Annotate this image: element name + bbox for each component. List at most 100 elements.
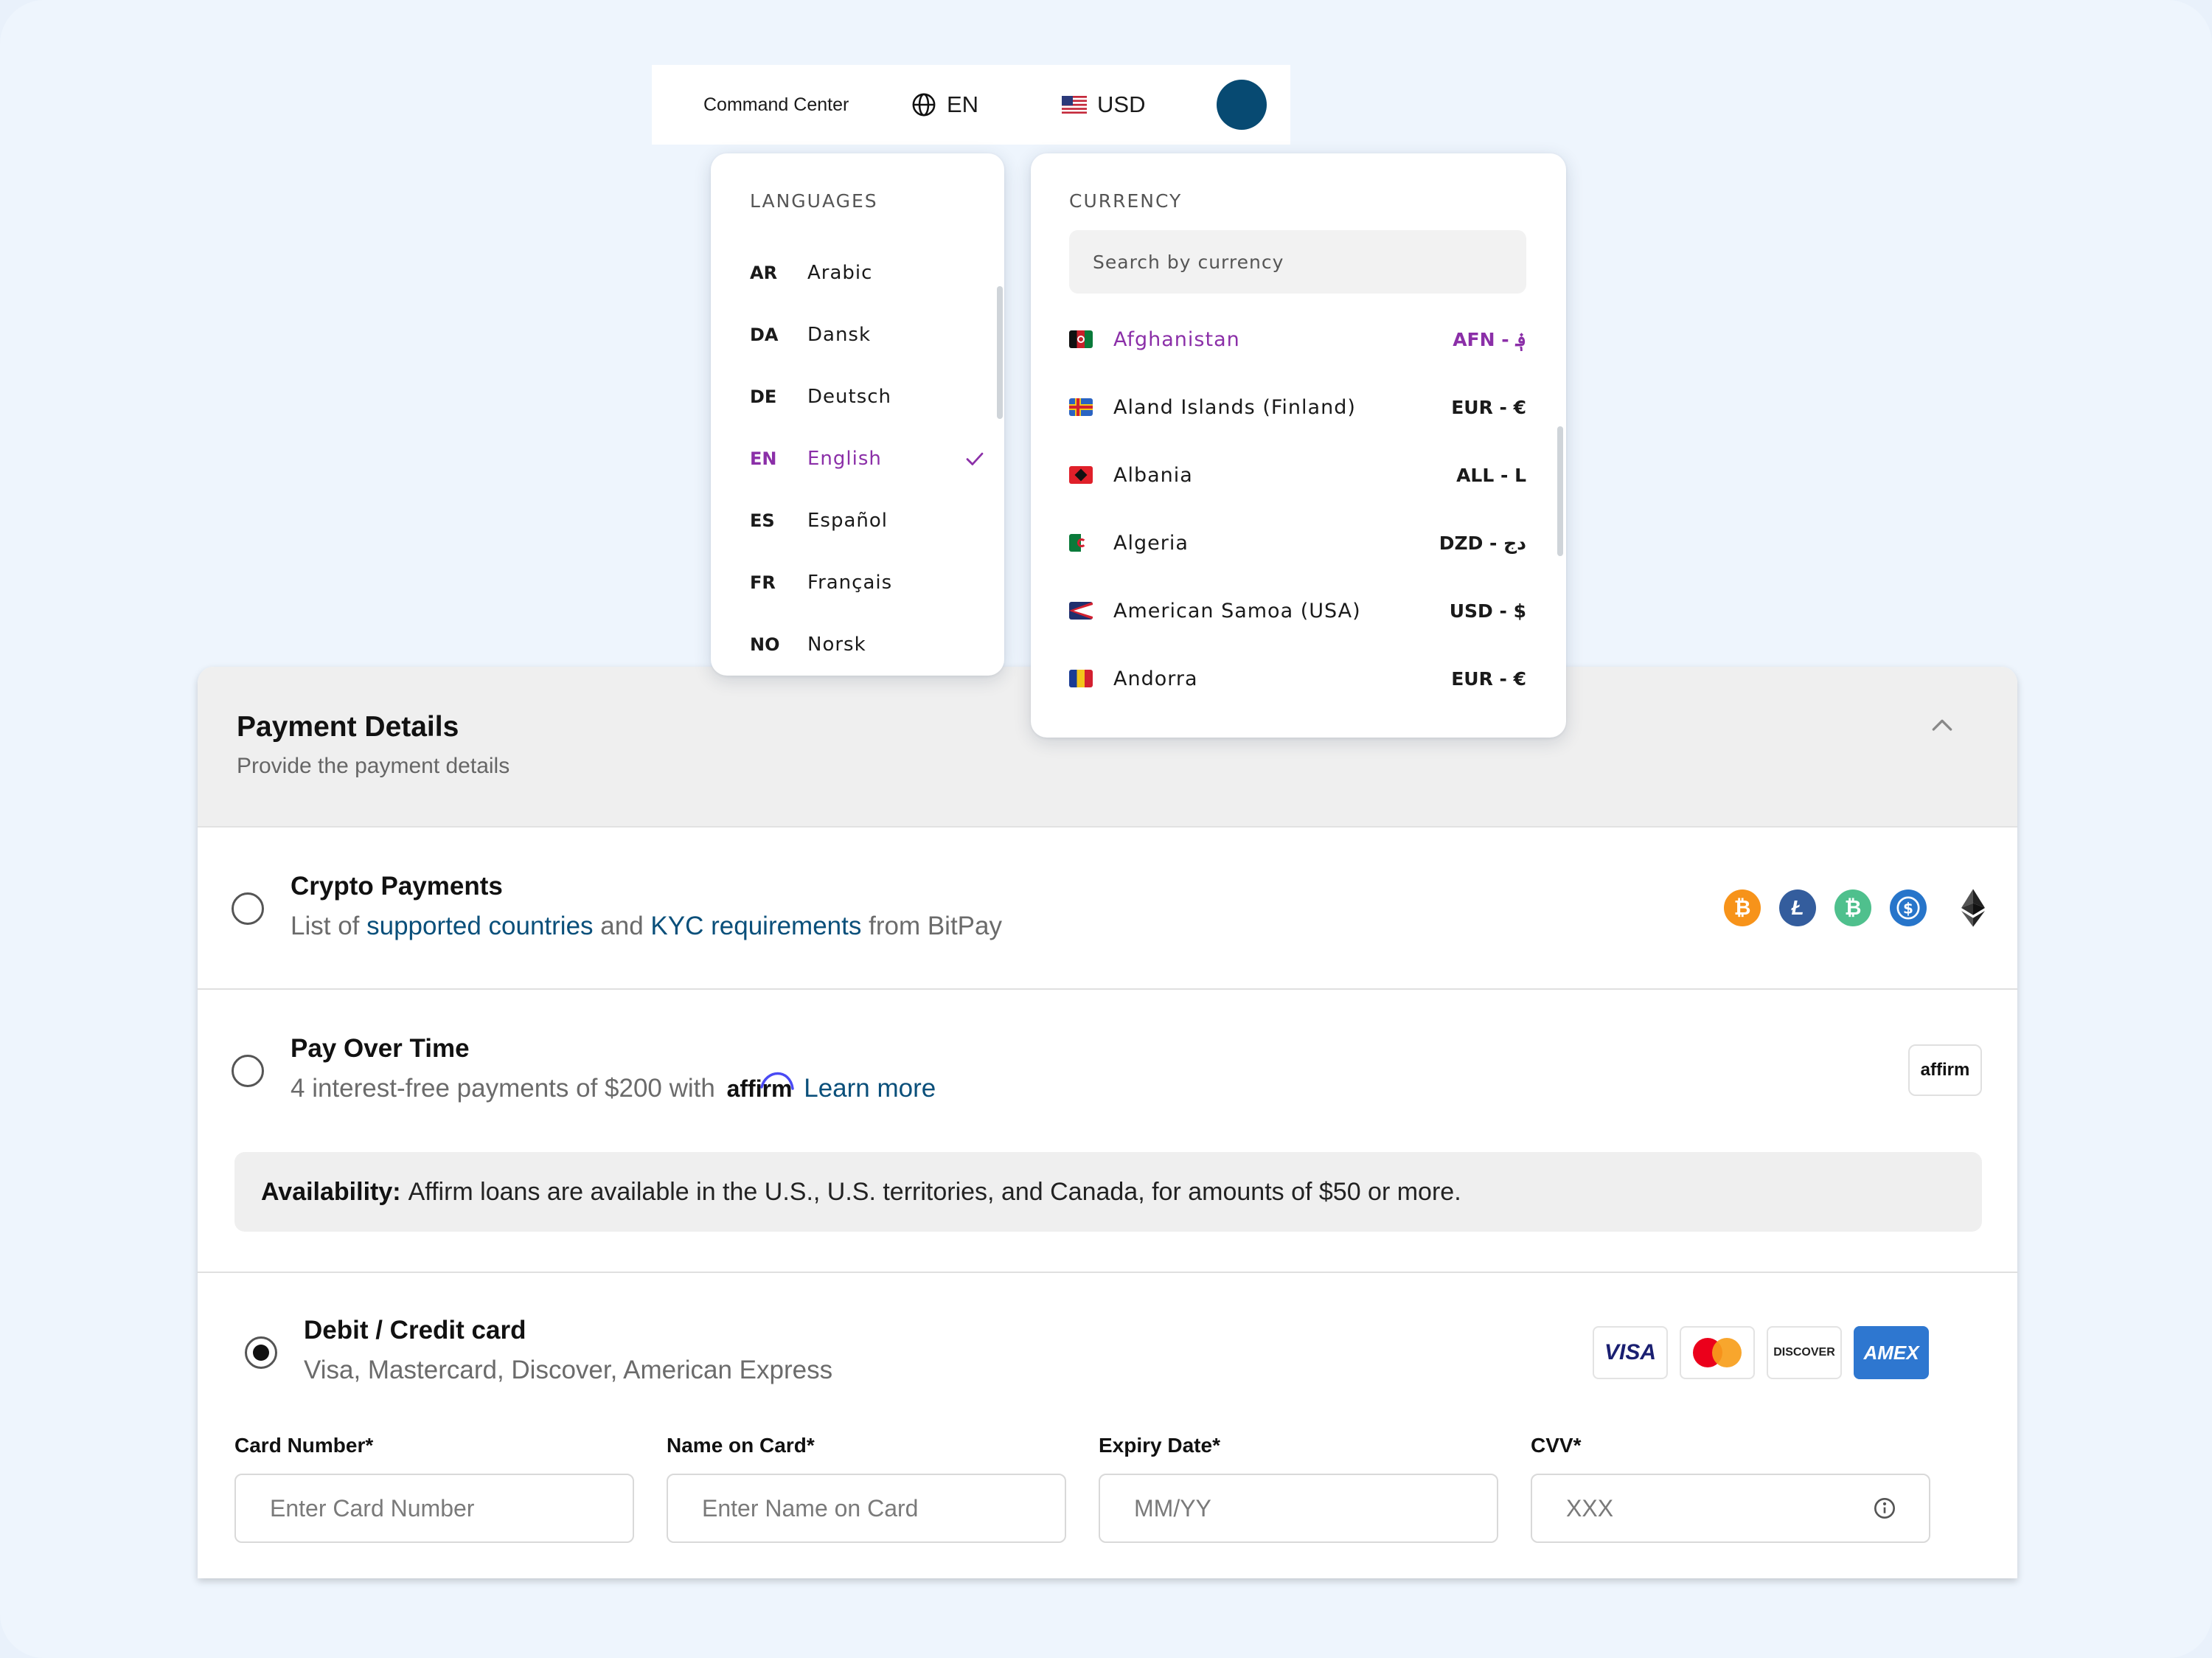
amex-logo: AMEX [1854, 1326, 1929, 1379]
crypto-payments-radio[interactable] [232, 892, 264, 925]
american-samoa-flag-icon [1069, 602, 1093, 620]
crypto-sub-suffix: from BitPay [869, 912, 1002, 940]
payment-details-title: Payment Details [237, 711, 459, 743]
language-item-name: Français [807, 572, 893, 594]
crypto-payments-title: Crypto Payments [291, 872, 503, 901]
availability-notice: Availability: Affirm loans are available… [234, 1152, 1982, 1232]
ethereum-icon [1961, 889, 1985, 927]
cvv-input[interactable] [1531, 1474, 1930, 1543]
availability-label: Availability: [261, 1177, 401, 1206]
languages-dropdown: LANGUAGES AR Arabic DA Dansk DE Deutsch … [711, 153, 1004, 676]
currency-item-code: DZD - دج [1439, 532, 1526, 554]
debit-credit-card-title: Debit / Credit card [304, 1316, 526, 1345]
chevron-up-icon[interactable] [1927, 711, 1957, 740]
currency-item-country: Afghanistan [1113, 327, 1240, 351]
amex-logo-text: AMEX [1863, 1341, 1919, 1364]
language-item-name: Arabic [807, 262, 873, 284]
bitcoin-cash-icon: ₿ [1834, 889, 1871, 926]
language-item-name: Dansk [807, 324, 872, 346]
card-number-input[interactable] [234, 1474, 634, 1543]
currency-item-code: EUR - € [1451, 667, 1526, 690]
us-flag-icon [1062, 96, 1087, 114]
top-bar: Command Center EN USD [652, 65, 1290, 145]
currency-code: USD [1097, 91, 1146, 117]
currency-item-country: Aland Islands (Finland) [1113, 395, 1356, 419]
currency-item-country: Algeria [1113, 531, 1189, 555]
pay-over-time-title: Pay Over Time [291, 1034, 470, 1063]
currency-scrollbar[interactable] [1557, 426, 1563, 556]
currency-item-algeria[interactable]: Algeria DZD - دج [1069, 528, 1526, 558]
language-item-code: DA [750, 325, 779, 345]
language-item-en[interactable]: EN English [750, 444, 986, 474]
learn-more-link[interactable]: Learn more [804, 1074, 936, 1103]
language-item-es[interactable]: ES Español [750, 506, 986, 535]
supported-countries-link[interactable]: supported countries [366, 912, 593, 940]
name-on-card-label: Name on Card* [667, 1434, 815, 1457]
payment-details-card: Payment Details Provide the payment deta… [198, 667, 2017, 1578]
affirm-badge-text: affirm [1920, 1060, 1970, 1080]
languages-title: LANGUAGES [750, 190, 878, 212]
crypto-sub-prefix: List of [291, 912, 360, 940]
litecoin-icon: Ł [1779, 889, 1816, 926]
divider [198, 988, 2017, 990]
currency-item-american-samoa[interactable]: American Samoa (USA) USD - $ [1069, 596, 1526, 625]
kyc-requirements-link[interactable]: KYC requirements [650, 912, 861, 940]
currency-title: CURRENCY [1069, 190, 1183, 212]
expiry-date-input[interactable] [1099, 1474, 1498, 1543]
language-item-fr[interactable]: FR Français [750, 568, 986, 597]
language-code: EN [947, 91, 979, 117]
debit-credit-card-subtitle: Visa, Mastercard, Discover, American Exp… [304, 1356, 833, 1384]
language-item-code: EN [750, 448, 777, 469]
language-item-ar[interactable]: AR Arabic [750, 258, 986, 288]
currency-dropdown: CURRENCY Afghanistan AFN - ؋ Aland Islan… [1031, 153, 1566, 738]
language-item-code: DE [750, 386, 777, 407]
language-item-name: English [807, 448, 882, 470]
expiry-date-label: Expiry Date* [1099, 1434, 1220, 1457]
currency-item-afghanistan[interactable]: Afghanistan AFN - ؋ [1069, 325, 1526, 354]
language-item-name: Deutsch [807, 386, 892, 408]
debit-credit-card-radio[interactable] [245, 1336, 277, 1369]
discover-logo-text: DISCOVER [1773, 1346, 1835, 1359]
check-icon [966, 452, 984, 465]
language-item-code: FR [750, 572, 776, 593]
avatar[interactable] [1217, 80, 1267, 130]
bitcoin-icon: ₿ [1724, 889, 1761, 926]
currency-item-albania[interactable]: Albania ALL - L [1069, 460, 1526, 490]
language-item-de[interactable]: DE Deutsch [750, 382, 986, 412]
currency-item-country: Albania [1113, 463, 1193, 487]
globe-icon [912, 93, 936, 117]
usdc-icon: $ [1890, 889, 1927, 926]
svg-text:$: $ [1903, 900, 1913, 918]
aland-flag-icon [1069, 398, 1093, 416]
payment-details-subtitle: Provide the payment details [237, 754, 510, 778]
discover-logo: DISCOVER [1767, 1326, 1842, 1379]
pay-over-time-radio[interactable] [232, 1055, 264, 1087]
card-number-label: Card Number* [234, 1434, 374, 1457]
command-center-link[interactable]: Command Center [703, 94, 849, 116]
currency-item-code: USD - $ [1449, 600, 1526, 622]
language-item-da[interactable]: DA Dansk [750, 320, 986, 350]
currency-selector[interactable]: USD [1062, 91, 1145, 118]
algeria-flag-icon [1069, 534, 1093, 552]
affirm-badge: affirm [1908, 1044, 1982, 1096]
info-icon[interactable] [1873, 1496, 1896, 1520]
language-item-code: AR [750, 263, 778, 283]
currency-item-andorra[interactable]: Andorra EUR - € [1069, 664, 1526, 693]
afghanistan-flag-icon [1069, 330, 1093, 348]
currency-search-input[interactable] [1069, 230, 1526, 294]
name-on-card-input[interactable] [667, 1474, 1066, 1543]
paylater-sub-prefix: 4 interest-free payments of $200 with [291, 1074, 715, 1103]
languages-scrollbar[interactable] [997, 286, 1003, 419]
mastercard-logo [1680, 1326, 1755, 1379]
language-selector[interactable]: EN [911, 91, 978, 118]
andorra-flag-icon [1069, 670, 1093, 687]
pay-over-time-subtitle: 4 interest-free payments of $200 with af… [291, 1072, 936, 1103]
availability-text: Affirm loans are available in the U.S., … [408, 1177, 1461, 1206]
language-item-name: Español [807, 510, 888, 532]
language-item-no[interactable]: NO Norsk [750, 630, 986, 659]
currency-item-code: AFN - ؋ [1453, 328, 1526, 350]
currency-item-code: ALL - L [1456, 464, 1526, 486]
language-item-name: Norsk [807, 634, 866, 656]
currency-item-aland-islands[interactable]: Aland Islands (Finland) EUR - € [1069, 392, 1526, 422]
crypto-sub-mid: and [600, 912, 644, 940]
